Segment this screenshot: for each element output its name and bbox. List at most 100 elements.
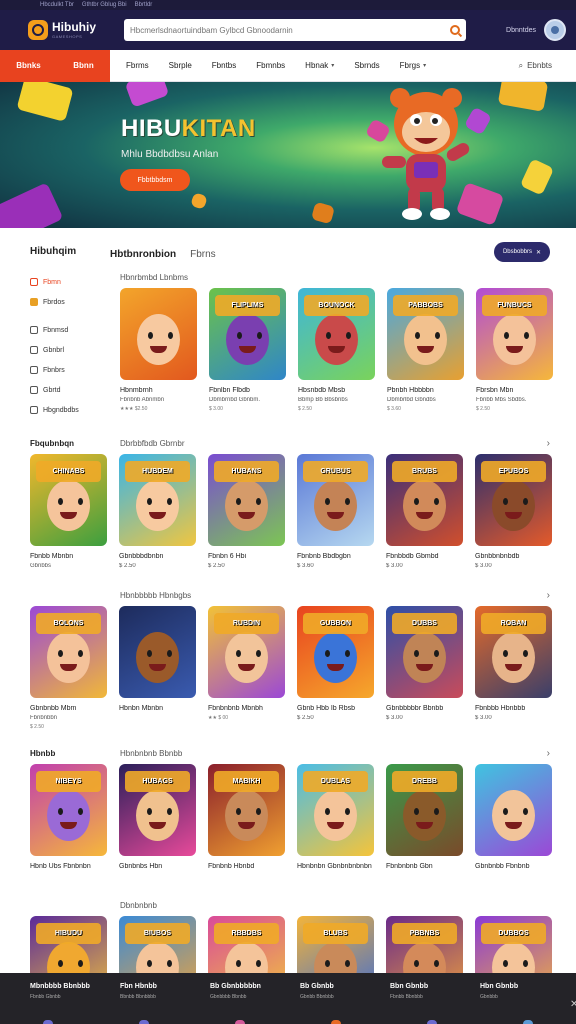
chevron-right-icon[interactable]: › (547, 590, 550, 601)
nav-active-left[interactable]: Bbnks (16, 61, 40, 70)
card-title[interactable]: Fbrsbn Mbn (476, 387, 553, 394)
game-thumbnail[interactable]: PABBOBS (387, 288, 464, 380)
game-thumbnail[interactable]: DUBLAS (297, 764, 374, 856)
game-card[interactable]: HUBAGS Gbnbnbs Hbn (119, 764, 196, 870)
nav-item-6[interactable]: Sbrnds (354, 61, 379, 70)
game-thumbnail[interactable]: HUBDEM (119, 454, 196, 546)
game-thumbnail[interactable]: BRUBS (386, 454, 463, 546)
card-title[interactable]: Fbnbbb Hbnbbb (475, 705, 552, 712)
footer-item[interactable]: Hbn Gbnbb Gbnbbb (480, 983, 552, 1024)
tab-second[interactable]: Fbrns (190, 249, 216, 260)
game-card[interactable]: Hbnbn Mbnbn (119, 606, 196, 730)
game-thumbnail[interactable]: RUBDIN (208, 606, 285, 698)
footer-item[interactable]: Bbn Gbnbb Fbnbb Bbnbbb (390, 983, 462, 1024)
nav-item-5[interactable]: Hbnak ▾ (305, 61, 334, 70)
game-thumbnail[interactable]: MABIKH (208, 764, 285, 856)
hero-cta-button[interactable]: Fbbtbbdsm (120, 169, 190, 191)
card-title[interactable]: Gbnbnbb Mbm (30, 705, 107, 712)
game-thumbnail[interactable]: FLIPLIMS (209, 288, 286, 380)
game-card[interactable]: NIBEYS Hbnb Ubs Fbnbnbn (30, 764, 107, 870)
game-thumbnail[interactable]: ROBAN (475, 606, 552, 698)
card-title[interactable]: Pbnbh Hbbbbn (387, 387, 464, 394)
game-thumbnail[interactable]: HUBANS (208, 454, 285, 546)
game-card[interactable]: RUBDIN Fbnbnbnb Mbnbh ★★ $ 00 (208, 606, 285, 730)
search-icon[interactable] (450, 25, 460, 35)
topstrip-item-3[interactable]: Bbrtldr (135, 2, 153, 8)
topstrip-item-2[interactable]: Gthtbr Gblug Bbi (82, 2, 127, 8)
card-title[interactable]: Gbnbbbdbnbn (119, 553, 196, 560)
game-thumbnail[interactable]: HUBAGS (119, 764, 196, 856)
game-thumbnail[interactable]: DUBBS (386, 606, 463, 698)
footer-item[interactable]: Fbn Hbnbb Bbnbb Bbnbbbb (120, 983, 192, 1024)
game-thumbnail[interactable]: DREBB (386, 764, 463, 856)
card-title[interactable]: Fbnlbn Flbdb (209, 387, 286, 394)
game-card[interactable]: EPUBOS Gbnbbnbnbdb $ 3.00 (475, 454, 552, 569)
card-title[interactable]: Gbnbnbb Fbnbnb (475, 863, 552, 870)
logo[interactable]: Hibuhiy GAMESHOPS (28, 20, 112, 40)
card-title[interactable]: Fbnbbdb Gbmbd (386, 553, 463, 560)
nav-item-2[interactable]: Sbrple (169, 61, 192, 70)
footer-item[interactable]: Mbnbbbb Bbnbbb Fbnbb Gbnbb (30, 983, 102, 1024)
game-card[interactable]: BOUNOCK Hbsnbdb Mbsb Bbmp Bb Bbsbnbs $ 2.50 (298, 288, 375, 412)
account-link[interactable]: Dbnntdes (506, 27, 536, 34)
discover-button[interactable]: Dbsbobbrs ✕ (494, 242, 550, 262)
game-card[interactable]: BRUBS Fbnbbdb Gbmbd $ 3.00 (386, 454, 463, 569)
game-card[interactable]: FUNBUCS Fbrsbn Mbn Fbnbb Mbs Sbdbs. $ 2.50 (476, 288, 553, 412)
nav-right[interactable]: ⌕ Ebnbts (519, 61, 552, 71)
game-card[interactable]: Hbnmbrnh Fbnbnb Abnmbn ★★★ $2.50 (120, 288, 197, 412)
game-card[interactable]: PABBOBS Pbnbh Hbbbbn Dbmbrlbd Gbndbs $ 3.60 (387, 288, 464, 412)
game-thumbnail[interactable]: FUNBUCS (476, 288, 553, 380)
chevron-right-icon[interactable]: › (547, 748, 550, 759)
nav-item-3[interactable]: Fbntbs (212, 61, 236, 70)
nav-item-1[interactable]: Fbrms (126, 61, 149, 70)
card-title[interactable]: Gbnb Hbb Ib Rbsb (297, 705, 374, 712)
search-input[interactable] (130, 25, 430, 35)
card-title[interactable]: Fbnbnbnb Mbnbh (208, 705, 285, 712)
card-title[interactable]: Hbnbn Mbnbn (119, 705, 196, 712)
game-card[interactable]: GRUBUS Fbnbnb Bbdbgbn $ 3.60 (297, 454, 374, 569)
tab-main[interactable]: Hbtbnronbion (110, 249, 176, 260)
game-thumbnail[interactable] (475, 764, 552, 856)
hero-banner[interactable]: HIBUKITAN Mhlu Bbdbdbsu Anlan Fbbtbbdsm (0, 82, 576, 228)
card-title[interactable]: Fbnbn 6 Hbi (208, 553, 285, 560)
game-card[interactable]: ROBAN Fbnbbb Hbnbbb $ 3.00 (475, 606, 552, 730)
card-title[interactable]: Hbnb Ubs Fbnbnbn (30, 863, 107, 870)
card-title[interactable]: Hbnbnbn Gbnbnbnbnbn (297, 863, 374, 870)
card-title[interactable]: Fbnbnb Bbdbgbn (297, 553, 374, 560)
search-bar[interactable] (124, 19, 466, 41)
game-card[interactable]: MABIKH Fbnbnb Hbnbd (208, 764, 285, 870)
game-thumbnail[interactable] (120, 288, 197, 380)
game-thumbnail[interactable]: GRUBUS (297, 454, 374, 546)
avatar[interactable] (544, 19, 566, 41)
card-title[interactable]: Hbnmbrnh (120, 387, 197, 394)
card-title[interactable]: Hbsnbdb Mbsb (298, 387, 375, 394)
game-thumbnail[interactable] (119, 606, 196, 698)
game-card[interactable]: BOLONS Gbnbnbb Mbm Fbnbnbbn $ 2.50 (30, 606, 107, 730)
game-card[interactable]: FLIPLIMS Fbnlbn Flbdb Dbmbrnbd Gbnbm. $ 3.0… (209, 288, 286, 412)
nav-active-group[interactable]: Bbnks Bbnn (0, 49, 110, 82)
game-thumbnail[interactable]: EPUBOS (475, 454, 552, 546)
game-card[interactable]: HUBANS Fbnbn 6 Hbi $ 2.50 (208, 454, 285, 569)
chevron-right-icon[interactable]: › (547, 438, 550, 449)
game-card[interactable]: DUBBS Gbnbbbbbr Bbnbb $ 3.00 (386, 606, 463, 730)
topstrip-item-1[interactable]: Hbcdulkt Tbr (40, 2, 74, 8)
game-thumbnail[interactable]: NIBEYS (30, 764, 107, 856)
game-card[interactable]: CHINABS Fbnbb Mbnbn Gbnbbs (30, 454, 107, 569)
card-title[interactable]: Fbnbb Mbnbn (30, 553, 107, 560)
footer-item[interactable]: Bb Gbnbb Gbnbb Bbnbbb (300, 983, 372, 1024)
game-thumbnail[interactable]: BOLONS (30, 606, 107, 698)
game-card[interactable]: HUBDEM Gbnbbbdbnbn $ 2.50 (119, 454, 196, 569)
nav-item-7[interactable]: Fbrgs ▾ (400, 61, 426, 70)
game-card[interactable]: DREBB Fbnbnbnb Gbn (386, 764, 463, 870)
game-card[interactable]: Gbnbnbb Fbnbnb (475, 764, 552, 870)
nav-item-4[interactable]: Fbmnbs (256, 61, 285, 70)
game-thumbnail[interactable]: BOUNOCK (298, 288, 375, 380)
card-title[interactable]: Fbnbnb Hbnbd (208, 863, 285, 870)
card-title[interactable]: Fbnbnbnb Gbn (386, 863, 463, 870)
card-title[interactable]: Gbnbbnbnbdb (475, 553, 552, 560)
game-thumbnail[interactable]: CHINABS (30, 454, 107, 546)
game-thumbnail[interactable]: GUBBON (297, 606, 374, 698)
nav-active-right[interactable]: Bbnn (73, 61, 93, 70)
card-title[interactable]: Gbnbnbs Hbn (119, 863, 196, 870)
footer-item[interactable]: Bb Gbnbbbbbn Gbnbbbb Bbnbb (210, 983, 282, 1024)
